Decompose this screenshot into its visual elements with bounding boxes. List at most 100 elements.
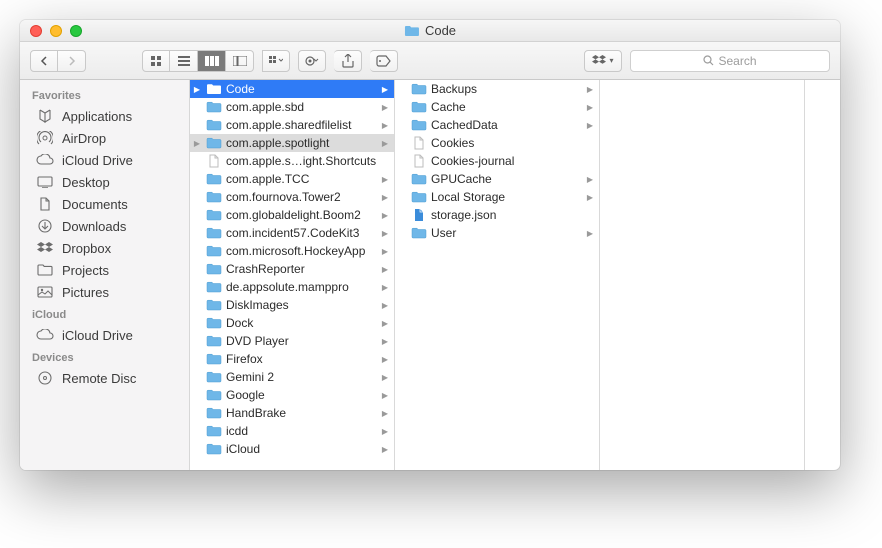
folder-icon	[404, 25, 420, 37]
chevron-right-icon: ▶	[587, 175, 595, 184]
folder-icon	[206, 370, 222, 384]
tags-button[interactable]	[370, 50, 398, 72]
file-label: Firefox	[226, 352, 378, 366]
file-label: com.incident57.CodeKit3	[226, 226, 378, 240]
file-row[interactable]: com.apple.sharedfilelist▶	[190, 116, 394, 134]
file-row[interactable]: ▶com.apple.spotlight▶	[190, 134, 394, 152]
chevron-right-icon: ▶	[382, 355, 390, 364]
file-row[interactable]: com.fournova.Tower2▶	[190, 188, 394, 206]
folder-icon	[206, 82, 222, 96]
sidebar-item-label: Projects	[62, 263, 109, 278]
search-field[interactable]: Search	[630, 50, 830, 72]
file-row[interactable]: com.incident57.CodeKit3 ▶	[190, 224, 394, 242]
file-label: com.fournova.Tower2	[226, 190, 378, 204]
downloads-icon	[36, 218, 54, 234]
file-row[interactable]: com.apple.s…ight.Shortcuts	[190, 152, 394, 170]
file-label: Local Storage	[431, 190, 583, 204]
forward-button[interactable]	[58, 50, 86, 72]
sidebar-item[interactable]: Desktop	[20, 171, 189, 193]
action-button[interactable]	[298, 50, 326, 72]
file-row[interactable]: CachedData▶	[395, 116, 599, 134]
icon-view-button[interactable]	[142, 50, 170, 72]
sidebar-item-label: iCloud Drive	[62, 328, 133, 343]
file-row[interactable]: DVD Player▶	[190, 332, 394, 350]
chevron-right-icon: ▶	[382, 175, 390, 184]
sidebar-item[interactable]: Downloads	[20, 215, 189, 237]
file-row[interactable]: Google▶	[190, 386, 394, 404]
search-icon	[703, 55, 714, 66]
chevron-right-icon: ▶	[382, 211, 390, 220]
file-row[interactable]: Cookies-journal	[395, 152, 599, 170]
gallery-view-button[interactable]	[226, 50, 254, 72]
file-row[interactable]: com.globaldelight.Boom2▶	[190, 206, 394, 224]
minimize-button[interactable]	[50, 25, 62, 37]
file-row[interactable]: Cache▶	[395, 98, 599, 116]
chevron-right-icon: ▶	[382, 229, 390, 238]
chevron-right-icon: ▶	[382, 139, 390, 148]
chevron-right-icon: ▶	[382, 85, 390, 94]
share-button[interactable]	[334, 50, 362, 72]
file-row[interactable]: Cookies	[395, 134, 599, 152]
file-row[interactable]: de.appsolute.mamppro▶	[190, 278, 394, 296]
file-row[interactable]: HandBrake▶	[190, 404, 394, 422]
folder-icon	[411, 82, 427, 96]
file-row[interactable]: Gemini 2▶	[190, 368, 394, 386]
file-row[interactable]: com.microsoft.HockeyApp▶	[190, 242, 394, 260]
file-row[interactable]: ▶Code▶	[190, 80, 394, 98]
column[interactable]: Backups▶Cache▶CachedData▶CookiesCookies-…	[395, 80, 600, 470]
sidebar-item[interactable]: Pictures	[20, 281, 189, 303]
column-view-button[interactable]	[198, 50, 226, 72]
airdrop-icon	[36, 130, 54, 146]
chevron-right-icon: ▶	[382, 391, 390, 400]
file-row[interactable]: DiskImages▶	[190, 296, 394, 314]
dropbox-toolbar-button[interactable]: ▾	[584, 50, 622, 72]
file-row[interactable]: storage.json	[395, 206, 599, 224]
folder-icon	[206, 208, 222, 222]
sidebar-item[interactable]: Applications	[20, 105, 189, 127]
sidebar-item-label: Downloads	[62, 219, 126, 234]
sidebar-item[interactable]: Documents	[20, 193, 189, 215]
file-row[interactable]: com.apple.sbd▶	[190, 98, 394, 116]
sidebar-item-label: Desktop	[62, 175, 110, 190]
sidebar-item[interactable]: iCloud Drive	[20, 149, 189, 171]
folder-icon	[206, 244, 222, 258]
window-title: Code	[404, 23, 456, 38]
chevron-right-icon: ▶	[587, 229, 595, 238]
sidebar-item[interactable]: Projects	[20, 259, 189, 281]
folder-icon	[206, 334, 222, 348]
arrange-button[interactable]	[262, 50, 290, 72]
file-label: CachedData	[431, 118, 583, 132]
file-row[interactable]: CrashReporter▶	[190, 260, 394, 278]
file-row[interactable]: icdd▶	[190, 422, 394, 440]
chevron-right-icon: ▶	[382, 319, 390, 328]
list-view-button[interactable]	[170, 50, 198, 72]
sidebar-item[interactable]: Dropbox	[20, 237, 189, 259]
finder-window: Code ▾ Search FavoritesApplicationsAirDr…	[20, 20, 840, 470]
column[interactable]	[600, 80, 805, 470]
file-row[interactable]: Firefox ▶	[190, 350, 394, 368]
file-row[interactable]: Backups▶	[395, 80, 599, 98]
sidebar-item[interactable]: AirDrop	[20, 127, 189, 149]
close-button[interactable]	[30, 25, 42, 37]
file-row[interactable]: Local Storage▶	[395, 188, 599, 206]
sidebar: FavoritesApplicationsAirDropiCloud Drive…	[20, 80, 190, 470]
file-label: de.appsolute.mamppro	[226, 280, 378, 294]
file-row[interactable]: com.apple.TCC▶	[190, 170, 394, 188]
cloud-icon	[36, 152, 54, 168]
back-button[interactable]	[30, 50, 58, 72]
folder-icon	[411, 190, 427, 204]
file-row[interactable]: GPUCache▶	[395, 170, 599, 188]
zoom-button[interactable]	[70, 25, 82, 37]
file-label: Dock	[226, 316, 378, 330]
sidebar-item[interactable]: iCloud Drive	[20, 324, 189, 346]
file-row[interactable]: Dock ▶	[190, 314, 394, 332]
file-label: com.apple.spotlight	[226, 136, 378, 150]
file-label: CrashReporter	[226, 262, 378, 276]
file-label: com.apple.s…ight.Shortcuts	[226, 154, 390, 168]
sidebar-item[interactable]: Remote Disc	[20, 367, 189, 389]
file-label: DiskImages	[226, 298, 378, 312]
column[interactable]: ▶Code▶com.apple.sbd▶com.apple.sharedfile…	[190, 80, 395, 470]
file-row[interactable]: iCloud▶	[190, 440, 394, 458]
file-row[interactable]: User▶	[395, 224, 599, 242]
documents-icon	[36, 196, 54, 212]
